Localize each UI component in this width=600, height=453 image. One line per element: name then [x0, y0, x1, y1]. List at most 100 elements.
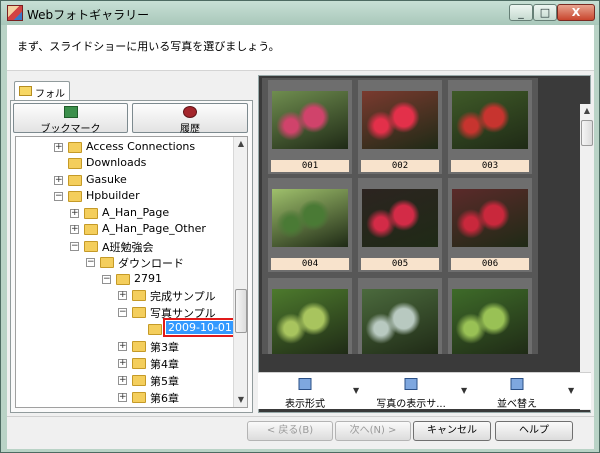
- folder-icon: [132, 290, 146, 301]
- gallery-toolbar: 表示形式 ▼ 写真の表示サ... ▼ 並べ替え ▼: [258, 372, 591, 410]
- photo-thumbnail[interactable]: 005: [358, 178, 442, 272]
- tree-item-downloads[interactable]: Downloads: [16, 155, 233, 171]
- dialog-client: まず、スライドショーに用いる写真を選びましょう。 フォルダ ブックマーク 履歴 …: [7, 25, 594, 449]
- photo-thumbnail[interactable]: 006: [448, 178, 532, 272]
- bookmark-label: ブックマーク: [40, 124, 101, 135]
- window-title: Webフォトギャラリー: [27, 8, 150, 22]
- folder-panel: ブックマーク 履歴 + Access Connections Downloads…: [10, 100, 253, 413]
- photo-display-label: 写真の表示サ...: [376, 399, 446, 410]
- tree-item-access-connections[interactable]: + Access Connections: [16, 139, 233, 155]
- folder-icon: [68, 158, 82, 169]
- folder-icon: [84, 224, 98, 235]
- folder-icon: [132, 358, 146, 369]
- tree-item-label: Access Connections: [86, 140, 196, 153]
- tree-expander[interactable]: +: [118, 393, 127, 402]
- help-button[interactable]: ヘルプ: [495, 421, 573, 441]
- photo-thumbnail[interactable]: 004: [268, 178, 352, 272]
- maximize-button[interactable]: □: [533, 4, 557, 21]
- flower-photo-image: [272, 91, 348, 149]
- photo-display-dropdown-arrow[interactable]: ▼: [461, 386, 467, 395]
- tree-item-a-han-page-other[interactable]: + A_Han_Page_Other: [16, 221, 233, 237]
- tab-folder[interactable]: フォルダ: [14, 81, 70, 115]
- tree-expander[interactable]: +: [54, 176, 63, 185]
- tree-item-download[interactable]: − ダウンロード: [16, 254, 233, 270]
- view-mode-label: 表示形式: [285, 399, 325, 410]
- tree-expander[interactable]: −: [102, 275, 111, 284]
- tree-item-label: Downloads: [86, 156, 147, 169]
- scroll-up-arrow-icon[interactable]: ▲: [235, 138, 247, 150]
- folder-icon: [132, 392, 146, 403]
- tree-expander[interactable]: +: [118, 342, 127, 351]
- tree-item-label: 完成サンプル: [150, 290, 216, 303]
- folder-icon: [148, 324, 162, 335]
- tree-item-a-han-page[interactable]: + A_Han_Page: [16, 205, 233, 221]
- tree-expander[interactable]: +: [54, 143, 63, 152]
- tree-item-gasuke[interactable]: + Gasuke: [16, 172, 233, 188]
- scroll-up-arrow-icon[interactable]: ▲: [581, 105, 593, 117]
- tree-expander[interactable]: +: [118, 376, 127, 385]
- tree-item-chapter-3[interactable]: + 第3章: [16, 338, 233, 354]
- photo-thumbnail[interactable]: [448, 278, 532, 354]
- title-bar[interactable]: Webフォトギャラリー _ □ X: [1, 1, 599, 25]
- tree-item-photo-samples[interactable]: − 写真サンプル: [16, 304, 233, 320]
- history-icon: [183, 106, 197, 118]
- folder-icon: [116, 274, 130, 285]
- bookmark-button[interactable]: ブックマーク: [13, 103, 128, 135]
- close-button[interactable]: X: [557, 4, 595, 21]
- gallery-scrollbar[interactable]: ▲: [580, 104, 593, 410]
- tree-item-finished-samples[interactable]: + 完成サンプル: [16, 287, 233, 303]
- folder-icon: [68, 175, 82, 186]
- tree-item-label: 第3章: [150, 341, 179, 354]
- flower-photo-image: [452, 289, 528, 354]
- folder-icon: [84, 241, 98, 252]
- tree-scrollbar[interactable]: ▲ ▼: [233, 137, 247, 407]
- tree-expander[interactable]: +: [70, 225, 79, 234]
- grid-view-icon: [298, 378, 312, 390]
- minimize-button[interactable]: _: [509, 4, 533, 21]
- tree-item-2009-10-01[interactable]: 2009-10-01: [16, 318, 237, 337]
- tree-item-label: Gasuke: [86, 173, 127, 186]
- photo-display-icon: [404, 378, 418, 390]
- tree-expander[interactable]: +: [118, 291, 127, 300]
- tree-scroll-thumb[interactable]: [235, 289, 247, 333]
- tree-item-label: 2791: [134, 272, 162, 285]
- back-button[interactable]: < 戻る(B): [247, 421, 333, 441]
- tree-item-hpbuilder[interactable]: − Hpbuilder: [16, 188, 233, 204]
- sort-icon: [510, 378, 524, 390]
- photo-thumbnail[interactable]: 003: [448, 80, 532, 174]
- tree-item-label: A_Han_Page: [102, 206, 170, 219]
- tree-expander[interactable]: −: [118, 308, 127, 317]
- flower-photo-image: [272, 189, 348, 247]
- photo-thumbnail[interactable]: [268, 278, 352, 354]
- tree-expander[interactable]: −: [86, 258, 95, 267]
- history-button[interactable]: 履歴: [132, 103, 248, 135]
- view-mode-dropdown-arrow[interactable]: ▼: [353, 386, 359, 395]
- photo-thumbnail[interactable]: [358, 278, 442, 354]
- tree-item-chapter-4[interactable]: + 第4章: [16, 355, 233, 371]
- tree-expander[interactable]: +: [70, 209, 79, 218]
- tree-item-a-han-study-group[interactable]: − A班勉強会: [16, 238, 233, 254]
- photo-thumbnail[interactable]: 001: [268, 80, 352, 174]
- photo-caption: 006: [451, 258, 529, 270]
- tree-item-chapter-6[interactable]: + 第6章: [16, 389, 233, 405]
- sort-button[interactable]: 並べ替え: [490, 376, 544, 410]
- tree-expander[interactable]: −: [54, 192, 63, 201]
- gallery-scroll-thumb[interactable]: [581, 120, 593, 146]
- scroll-down-arrow-icon[interactable]: ▼: [235, 394, 247, 406]
- view-mode-button[interactable]: 表示形式: [274, 376, 336, 410]
- sort-dropdown-arrow[interactable]: ▼: [568, 386, 574, 395]
- tree-item-label: Hpbuilder: [86, 189, 140, 202]
- tree-expander[interactable]: +: [118, 359, 127, 368]
- photo-thumbnail[interactable]: 002: [358, 80, 442, 174]
- tree-expander[interactable]: −: [70, 242, 79, 251]
- flower-photo-image: [452, 189, 528, 247]
- cancel-button[interactable]: キャンセル: [413, 421, 491, 441]
- tree-item-2791[interactable]: − 2791: [16, 271, 233, 287]
- next-button[interactable]: 次へ(N) >: [335, 421, 411, 441]
- folder-icon: [84, 208, 98, 219]
- folder-icon: [68, 142, 82, 153]
- tree-item-chapter-5[interactable]: + 第5章: [16, 372, 233, 388]
- tree-item-label: 写真サンプル: [150, 307, 216, 320]
- footer-divider: [7, 416, 594, 417]
- photo-display-button[interactable]: 写真の表示サ...: [368, 376, 454, 410]
